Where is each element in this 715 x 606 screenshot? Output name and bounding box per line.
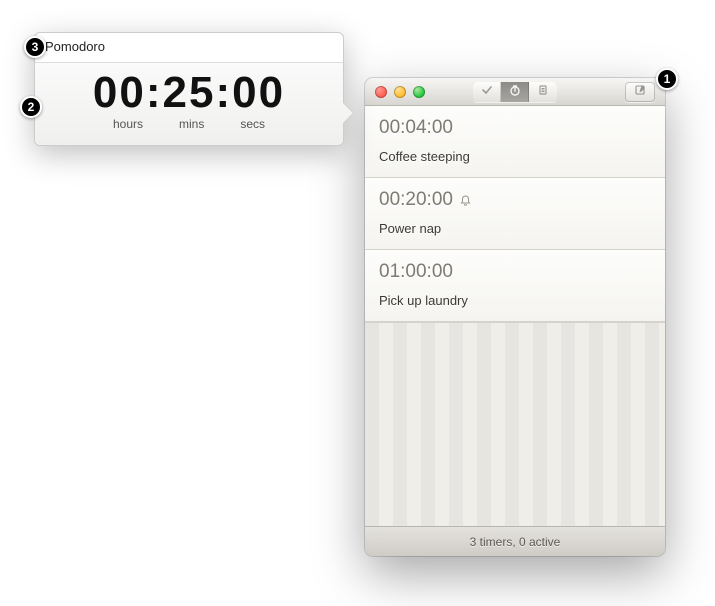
time-colon: : — [215, 68, 232, 117]
traffic-lights — [375, 86, 425, 98]
timer-time-value: 00:04:00 — [379, 117, 453, 139]
secs-label: secs — [240, 117, 265, 131]
timer-editor-popover: Pomodoro 00:25:00 hours mins secs — [34, 32, 344, 146]
view-tab-checkmark[interactable] — [473, 82, 501, 102]
timer-row[interactable]: 00:20:00 Power nap — [365, 178, 665, 250]
mins-value[interactable]: 25 — [163, 68, 216, 117]
timer-label: Pick up laundry — [379, 293, 651, 308]
checkmark-icon — [481, 83, 493, 101]
hours-value[interactable]: 00 — [93, 68, 146, 117]
timer-duration-display[interactable]: 00:25:00 — [45, 71, 333, 115]
callout-badge-3: 3 — [24, 36, 46, 58]
timer-name-input[interactable]: Pomodoro — [35, 33, 343, 63]
close-button[interactable] — [375, 86, 387, 98]
timer-list: 00:04:00 Coffee steeping 00:20:00 Power … — [365, 106, 665, 322]
timer-time: 00:20:00 — [379, 189, 651, 211]
timer-time-value: 01:00:00 — [379, 261, 453, 283]
callout-badge-1: 1 — [656, 68, 678, 90]
timer-row[interactable]: 01:00:00 Pick up laundry — [365, 250, 665, 322]
time-colon: : — [146, 68, 163, 117]
titlebar[interactable] — [365, 78, 665, 106]
bell-icon — [459, 194, 472, 207]
document-icon — [537, 83, 549, 101]
empty-area — [365, 322, 665, 526]
hours-label: hours — [113, 117, 143, 131]
status-text: 3 timers, 0 active — [470, 535, 561, 549]
timer-label: Power nap — [379, 221, 651, 236]
timer-row[interactable]: 00:04:00 Coffee steeping — [365, 106, 665, 178]
timer-time: 00:04:00 — [379, 117, 651, 139]
minimize-button[interactable] — [394, 86, 406, 98]
view-tab-timers[interactable] — [501, 82, 529, 102]
timer-time-value: 00:20:00 — [379, 189, 453, 211]
mins-label: mins — [179, 117, 204, 131]
callout-badge-2: 2 — [20, 96, 42, 118]
secs-value[interactable]: 00 — [232, 68, 285, 117]
view-tab-notes[interactable] — [529, 82, 557, 102]
timer-duration-editor[interactable]: 00:25:00 hours mins secs — [35, 63, 343, 145]
zoom-button[interactable] — [413, 86, 425, 98]
timer-icon — [509, 83, 521, 101]
timer-label: Coffee steeping — [379, 149, 651, 164]
status-bar: 3 timers, 0 active — [365, 526, 665, 556]
view-segmented-control — [473, 82, 557, 102]
app-window: 00:04:00 Coffee steeping 00:20:00 Power … — [365, 78, 665, 556]
popover-arrow — [343, 103, 353, 123]
new-timer-button[interactable] — [625, 82, 655, 102]
timer-time: 01:00:00 — [379, 261, 651, 283]
compose-icon — [634, 83, 647, 101]
